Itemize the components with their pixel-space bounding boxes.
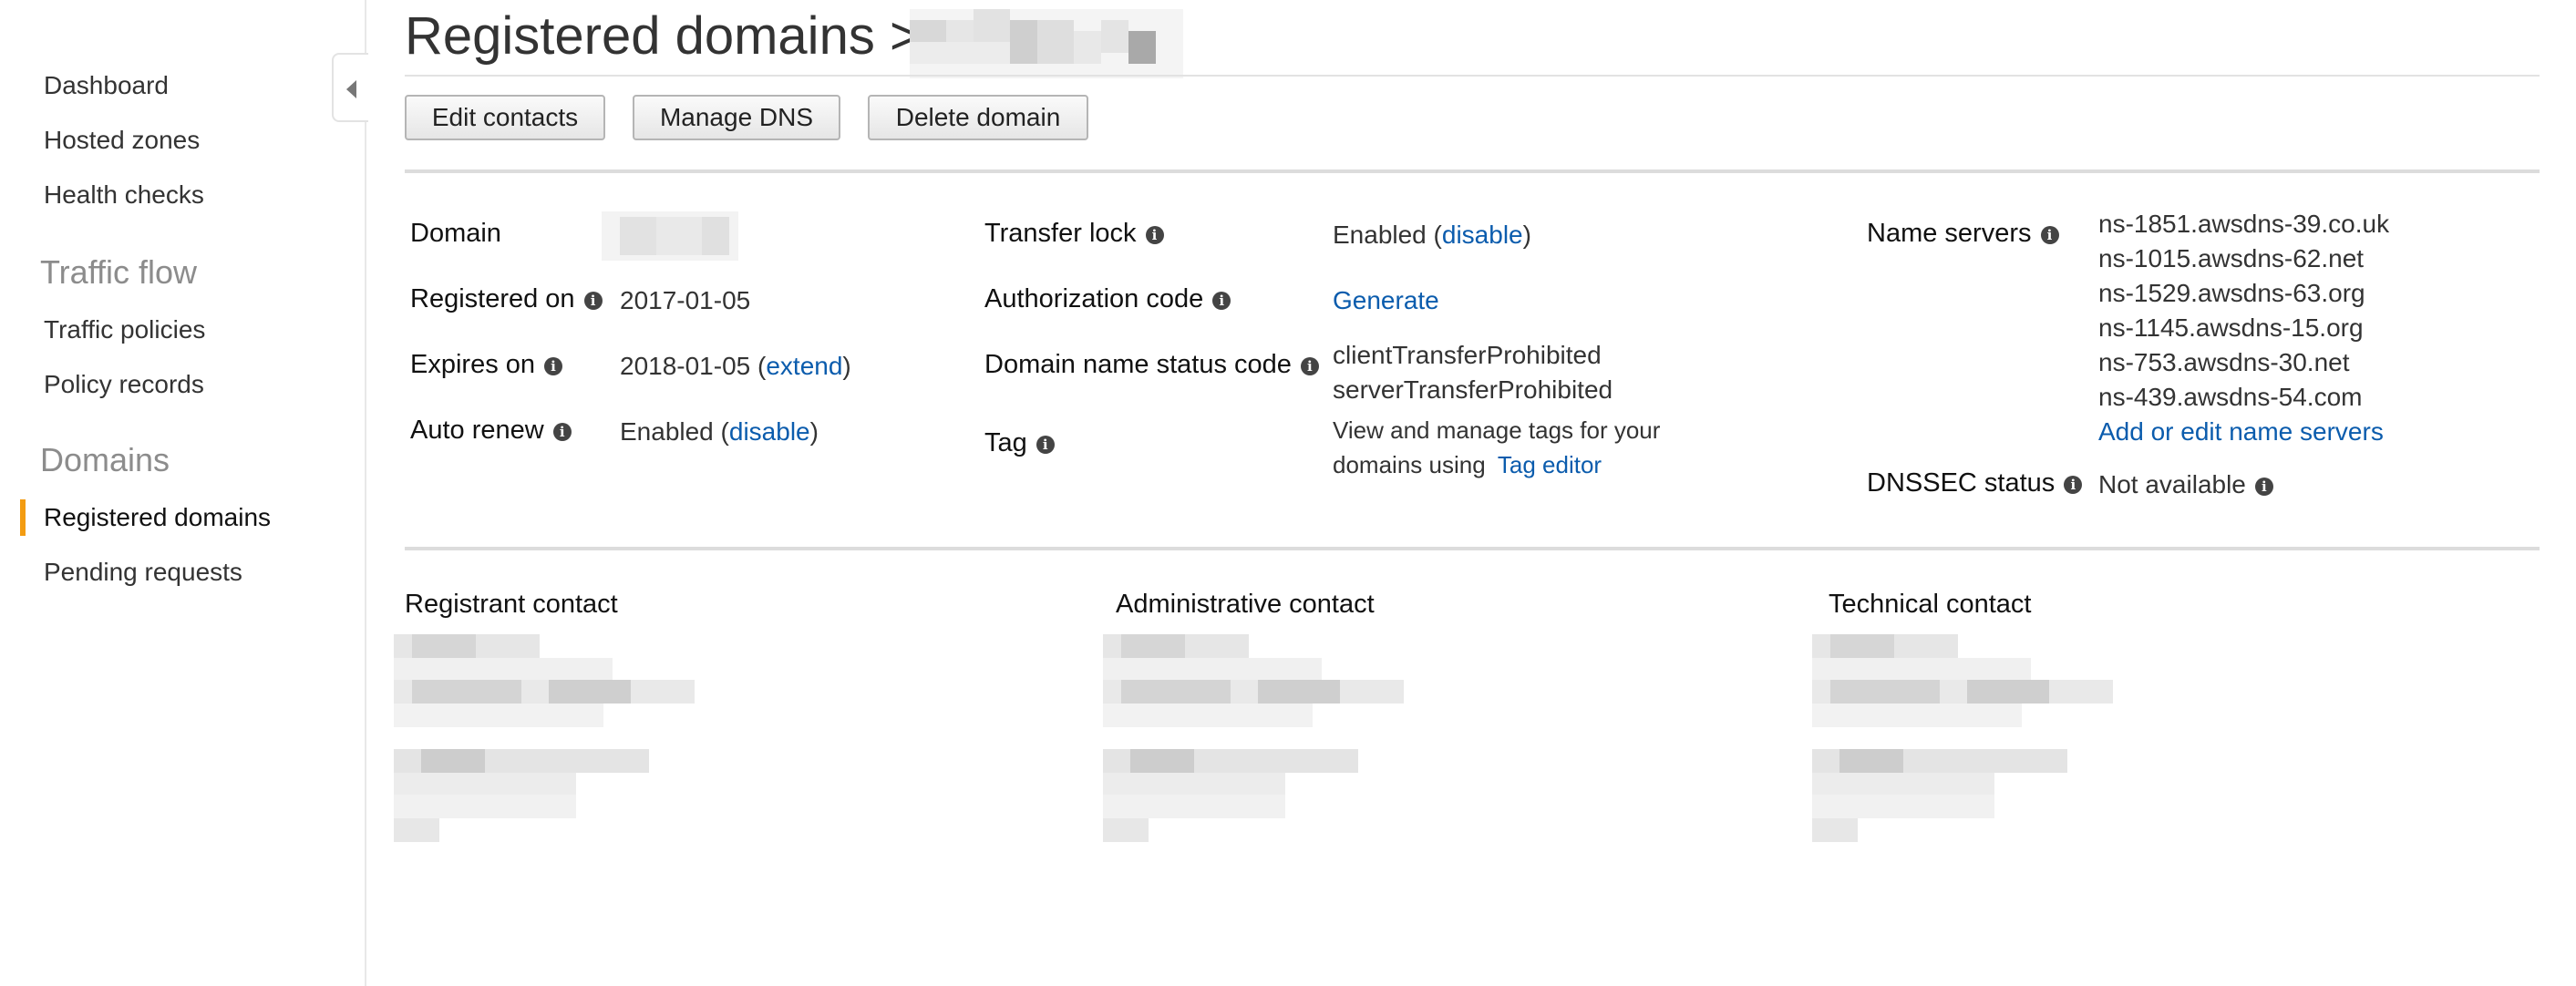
redacted-technical-contact [1812,634,2113,842]
info-icon[interactable]: i [2040,226,2059,244]
info-icon[interactable]: i [552,423,572,441]
status-code-1: clientTransferProhibited [1333,341,1602,369]
expires-on-value: 2018-01-05 (extend) [620,352,851,380]
info-icon[interactable]: i [1212,292,1231,310]
registered-on-label: Registered on i [410,284,603,314]
sidebar-item-registered-domains[interactable]: Registered domains [44,503,271,532]
tag-description-line1: View and manage tags for your [1333,416,1661,444]
edit-contacts-button[interactable]: Edit contacts [405,95,605,140]
extend-link[interactable]: extend [766,352,842,380]
technical-contact-title: Technical contact [1829,590,2032,619]
info-icon[interactable]: i [2254,478,2273,496]
info-icon[interactable]: i [1036,436,1055,454]
name-server-1: ns-1851.awsdns-39.co.uk [2098,210,2390,238]
tag-editor-link[interactable]: Tag editor [1498,451,1602,478]
sidebar-item-policy-records[interactable]: Policy records [44,370,204,399]
sidebar: Dashboard Hosted zones Health checks Tra… [0,0,366,986]
sidebar-item-pending-requests[interactable]: Pending requests [44,558,242,587]
name-servers-label: Name servers i [1867,219,2059,249]
redacted-domain-title [910,9,1183,78]
name-server-3: ns-1529.awsdns-63.org [2098,279,2365,307]
auto-renew-disable-link[interactable]: disable [729,417,810,446]
sidebar-item-hosted-zones[interactable]: Hosted zones [44,126,200,155]
transfer-lock-disable-link[interactable]: disable [1442,221,1523,249]
details-divider [405,547,2540,550]
info-icon[interactable]: i [2064,476,2083,494]
auto-renew-label: Auto renew i [410,416,572,446]
chevron-left-icon [346,80,356,98]
dnssec-label: DNSSEC status i [1867,468,2083,498]
name-server-6: ns-439.awsdns-54.com [2098,383,2363,411]
title-divider [405,75,2540,77]
page-title: Registered domains > [405,6,921,66]
redacted-administrative-contact [1103,634,1404,842]
domain-label: Domain [410,219,501,248]
sidebar-heading-domains: Domains [40,441,170,478]
sidebar-item-traffic-policies[interactable]: Traffic policies [44,315,205,344]
expires-on-label: Expires on i [410,350,563,380]
toolbar-divider [405,169,2540,173]
info-icon[interactable]: i [583,292,603,310]
generate-auth-code-link[interactable]: Generate [1333,283,1439,318]
redacted-registrant-contact [394,634,695,842]
name-server-5: ns-753.awsdns-30.net [2098,348,2350,376]
name-server-4: ns-1145.awsdns-15.org [2098,313,2364,342]
manage-dns-button[interactable]: Manage DNS [633,95,840,140]
info-icon[interactable]: i [1145,226,1164,244]
auto-renew-value: Enabled (disable) [620,417,819,446]
dnssec-value: Not available i [2098,467,2273,502]
name-server-2: ns-1015.awsdns-62.net [2098,244,2365,272]
tag-description-line2: domains using Tag editor [1333,451,1602,478]
delete-domain-button[interactable]: Delete domain [868,95,1088,140]
registrant-contact-title: Registrant contact [405,590,618,619]
active-indicator [20,499,26,536]
transfer-lock-label: Transfer lock i [984,219,1164,249]
tag-label: Tag i [984,428,1055,458]
info-icon[interactable]: i [544,357,563,375]
status-code-2: serverTransferProhibited [1333,375,1613,404]
registered-on-value: 2017-01-05 [620,286,751,314]
authorization-code-label: Authorization code i [984,284,1231,314]
transfer-lock-value: Enabled (disable) [1333,221,1531,249]
info-icon[interactable]: i [1300,357,1319,375]
administrative-contact-title: Administrative contact [1116,590,1375,619]
edit-name-servers-link[interactable]: Add or edit name servers [2098,415,2384,449]
sidebar-item-dashboard[interactable]: Dashboard [44,71,169,100]
redacted-domain-value [602,211,738,261]
sidebar-collapse-button[interactable] [332,53,368,122]
sidebar-item-health-checks[interactable]: Health checks [44,180,204,210]
status-code-label: Domain name status code i [984,350,1319,380]
sidebar-heading-traffic-flow: Traffic flow [40,253,198,291]
